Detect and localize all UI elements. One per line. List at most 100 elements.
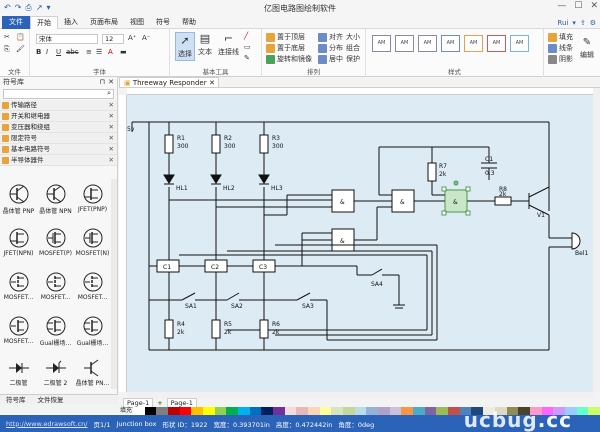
pen-tool-icon[interactable]: ✎ xyxy=(244,54,250,62)
color-swatch[interactable] xyxy=(436,407,449,415)
color-swatch[interactable] xyxy=(191,407,204,415)
shape-jfet-pnp[interactable]: JFET(PNP) xyxy=(74,181,111,225)
pin-icon[interactable]: ⊓ xyxy=(100,77,105,88)
menu-file[interactable]: 文件 xyxy=(2,15,30,29)
user-name[interactable]: Rui xyxy=(557,19,568,27)
color-swatch[interactable] xyxy=(401,407,414,415)
customize-icon[interactable]: ▾ xyxy=(47,3,51,13)
group-button[interactable]: 组合 xyxy=(346,43,360,53)
close-icon[interactable]: ✕ xyxy=(109,100,114,111)
select-button[interactable]: ➚ 选择 xyxy=(175,32,195,61)
style-preset-3[interactable]: AM xyxy=(418,35,437,52)
tab-file-recovery[interactable]: 文件恢复 xyxy=(32,395,70,404)
color-swatch[interactable] xyxy=(378,407,390,415)
undo-icon[interactable]: ↶ xyxy=(4,3,11,13)
list-icon[interactable]: ☰ xyxy=(96,48,102,56)
style-preset-7[interactable]: AM xyxy=(510,35,529,52)
maximize-button[interactable]: ☐ xyxy=(574,1,582,11)
shape-mosfet-1[interactable]: MOSFET... xyxy=(0,269,37,313)
library-category[interactable]: 传输路径 ✕ xyxy=(0,100,117,111)
bring-to-front-button[interactable]: 置于顶层 xyxy=(266,32,305,42)
vertical-scrollbar[interactable] xyxy=(593,88,600,392)
color-swatch[interactable] xyxy=(576,407,589,415)
menu-help[interactable]: 帮助 xyxy=(176,16,202,29)
menu-home[interactable]: 开始 xyxy=(30,15,58,29)
color-swatch[interactable] xyxy=(354,407,367,415)
color-swatch[interactable] xyxy=(413,407,425,415)
style-preset-1[interactable]: AM xyxy=(372,35,391,52)
close-icon[interactable]: ✕ xyxy=(109,144,114,155)
color-swatch[interactable] xyxy=(296,407,309,415)
color-swatch[interactable] xyxy=(389,407,402,415)
color-swatch[interactable] xyxy=(226,407,239,415)
color-swatch[interactable] xyxy=(343,407,355,415)
send-to-back-button[interactable]: 置于底层 xyxy=(266,43,305,53)
shape-dual-gate-2[interactable]: Gual栅场... xyxy=(74,313,111,357)
font-size-select[interactable]: 12 xyxy=(102,34,124,44)
color-swatch[interactable] xyxy=(261,407,274,415)
cut-icon[interactable]: ✂ xyxy=(4,33,10,41)
library-category[interactable]: 基本电路符号 ✕ xyxy=(0,144,117,155)
connector-button[interactable]: ⌐ 连接线 xyxy=(218,32,239,57)
shape-mosfet-p[interactable]: MOSFET(P) xyxy=(37,225,74,269)
line-tool-icon[interactable]: ╱ xyxy=(244,32,248,40)
shape-jfet-npn[interactable]: JFET(NPN) xyxy=(0,225,37,269)
website-link[interactable]: http://www.edrawsoft.cn/ xyxy=(6,420,87,428)
library-search-input[interactable]: ⌕ xyxy=(3,89,114,99)
paste-icon[interactable]: 📋 xyxy=(16,33,25,41)
menu-insert[interactable]: 插入 xyxy=(58,16,84,29)
edit-button[interactable]: ✎ 编辑 xyxy=(580,37,594,60)
rectangle-tool-icon[interactable]: ▭ xyxy=(244,43,251,51)
text-button[interactable]: ▤ 文本 xyxy=(198,32,212,57)
minimize-button[interactable]: — xyxy=(557,1,566,11)
shape-transistor-npn[interactable]: 晶体管 NPN xyxy=(37,181,74,225)
center-button[interactable]: 居中 xyxy=(318,54,343,64)
library-category[interactable]: 半导体器件 ✕ xyxy=(0,155,117,166)
color-swatch[interactable] xyxy=(588,407,600,415)
close-icon[interactable]: ✕ xyxy=(109,122,114,133)
page-tab[interactable]: Page-1 xyxy=(123,397,154,408)
close-icon[interactable]: ✕ xyxy=(109,133,114,144)
color-swatch[interactable] xyxy=(156,407,169,415)
close-button[interactable]: ✕ xyxy=(590,1,598,11)
format-painter-icon[interactable]: 🖌 xyxy=(16,45,25,53)
color-swatch[interactable] xyxy=(133,407,145,415)
align-icon[interactable]: ≡ xyxy=(86,48,92,56)
color-swatch[interactable] xyxy=(284,407,297,415)
library-category[interactable]: 变压器和绕组 ✕ xyxy=(0,122,117,133)
color-swatch[interactable] xyxy=(238,407,250,415)
shape-mosfet-3[interactable]: MOSFET... xyxy=(74,269,111,313)
color-swatch[interactable] xyxy=(203,407,215,415)
shape-mosfet-n[interactable]: MOSFET(N) xyxy=(74,225,111,269)
underline-icon[interactable]: U xyxy=(56,48,61,56)
shadow-button[interactable]: 阴影 xyxy=(548,54,573,64)
redo-icon[interactable]: ↷ xyxy=(15,3,22,13)
export-icon[interactable]: ↗ xyxy=(36,3,43,13)
font-color-icon[interactable]: A xyxy=(108,48,113,56)
shape-transistor-pn[interactable]: 晶体管 PN... xyxy=(74,357,111,399)
color-swatch[interactable] xyxy=(249,407,262,415)
library-category[interactable]: 开关和继电器 ✕ xyxy=(0,111,117,122)
print-icon[interactable]: ⎙ xyxy=(25,3,31,13)
menu-page-layout[interactable]: 页面布局 xyxy=(84,16,124,29)
font-name-select[interactable]: 宋体 xyxy=(36,34,98,44)
close-icon[interactable]: ✕ xyxy=(109,155,114,166)
size-button[interactable]: 大小 xyxy=(346,32,360,42)
library-category[interactable]: 限定符号 ✕ xyxy=(0,133,117,144)
page-tab-active[interactable]: Page-1 xyxy=(166,397,197,408)
color-swatch[interactable] xyxy=(308,407,320,415)
close-icon[interactable]: ✕ xyxy=(108,77,114,88)
shape-mosfet-2[interactable]: MOSFET... xyxy=(37,269,74,313)
shape-mosfet-4[interactable]: MOSFET... xyxy=(0,313,37,357)
color-swatch[interactable] xyxy=(273,407,285,415)
add-page-icon[interactable]: + xyxy=(157,399,162,407)
tab-symbol-library[interactable]: 符号库 xyxy=(0,395,32,404)
bold-icon[interactable]: B xyxy=(36,48,41,56)
close-icon[interactable]: ✕ xyxy=(109,111,114,122)
grow-font-icon[interactable]: A⁺ xyxy=(128,34,136,42)
highlight-icon[interactable]: ▬ xyxy=(120,48,127,56)
shape-diode[interactable]: 二极管 xyxy=(0,357,37,399)
color-swatch[interactable] xyxy=(366,407,379,415)
menu-symbol[interactable]: 符号 xyxy=(150,16,176,29)
distribute-button[interactable]: 分布 xyxy=(318,43,343,53)
